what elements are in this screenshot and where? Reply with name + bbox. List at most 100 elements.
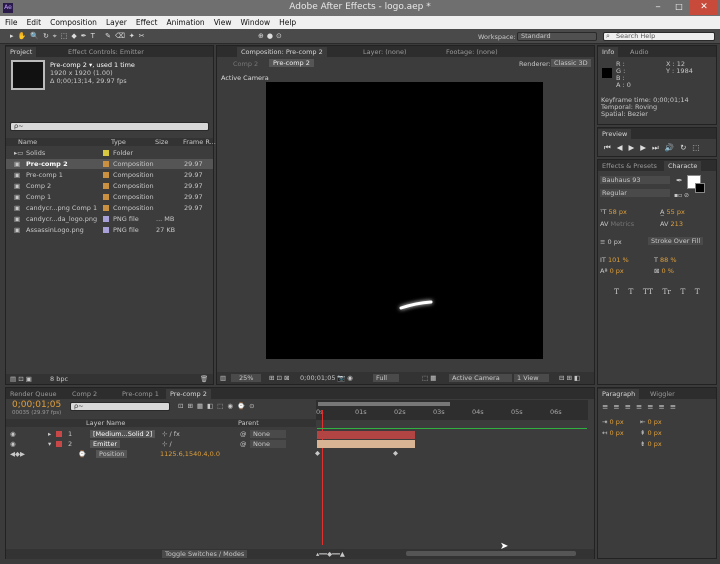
col-size[interactable]: Size bbox=[155, 138, 168, 146]
search-help-input[interactable]: Search Help bbox=[603, 32, 715, 41]
layer-name[interactable]: [Medium...Solid 2] bbox=[90, 430, 156, 438]
label-color[interactable] bbox=[103, 161, 109, 167]
current-time-display[interactable]: 0;00;01;05 bbox=[300, 374, 336, 382]
menu-animation[interactable]: Animation bbox=[161, 16, 208, 27]
layer-label-color[interactable] bbox=[56, 441, 62, 447]
tab-project[interactable]: Project bbox=[6, 47, 37, 57]
label-color[interactable] bbox=[103, 150, 109, 156]
project-item-row[interactable]: ▸▭ Solids Folder bbox=[6, 148, 213, 158]
project-item-row[interactable]: ▣ Comp 1 Composition 29.97 bbox=[6, 192, 213, 202]
close-button[interactable]: ✕ bbox=[690, 0, 718, 15]
layer-switches[interactable]: ⊹ / bbox=[162, 440, 172, 448]
tool-icons[interactable]: ▸✋🔍↻⌖⬚◆✒T ✎⌫✦✂ bbox=[10, 32, 235, 41]
parent-pickwhip-icon[interactable]: @ bbox=[240, 430, 247, 438]
expand-arrow-icon[interactable]: ▾ bbox=[48, 440, 51, 448]
timeline-timecode[interactable]: 0;00;01;05 bbox=[12, 400, 61, 410]
breadcrumb-comp-2[interactable]: Comp 2 bbox=[233, 60, 258, 68]
tab-info[interactable]: Info bbox=[598, 47, 619, 57]
keyframe-end[interactable]: ◆ bbox=[393, 449, 398, 457]
kerning-field[interactable]: AV Metrics bbox=[600, 220, 634, 228]
stopwatch-icon[interactable]: ⌚ bbox=[78, 450, 86, 458]
swap-color-icons[interactable]: ▪▫ ⊘ bbox=[674, 192, 689, 199]
renderer-button[interactable]: Classic 3D bbox=[551, 59, 591, 67]
keyframe-nav-icon[interactable]: ◀◆▶ bbox=[10, 450, 25, 458]
zoom-select[interactable]: 25% bbox=[231, 374, 262, 382]
label-color[interactable] bbox=[103, 172, 109, 178]
label-color[interactable] bbox=[103, 205, 109, 211]
timeline-tab[interactable]: Comp 2 bbox=[68, 389, 101, 399]
label-color[interactable] bbox=[103, 194, 109, 200]
resolution-select[interactable]: Full bbox=[373, 374, 400, 382]
maximize-button[interactable]: □ bbox=[669, 2, 689, 13]
tracking-field[interactable]: AV 213 bbox=[660, 220, 683, 228]
font-family-select[interactable]: Bauhaus 93 bbox=[600, 176, 670, 184]
tab-preview[interactable]: Preview bbox=[598, 129, 632, 139]
menu-view[interactable]: View bbox=[209, 16, 236, 27]
horizontal-scale-field[interactable]: T 88 % bbox=[654, 256, 677, 264]
timeline-search-input[interactable]: ρ~ bbox=[70, 402, 170, 411]
timeline-scrollbar[interactable] bbox=[406, 551, 576, 556]
property-value[interactable]: 1125.6,1540.4,0.0 bbox=[160, 450, 220, 458]
space-after[interactable]: ⇟ 0 px bbox=[640, 440, 662, 448]
region-icons[interactable]: ⬚ ▦ bbox=[422, 374, 436, 382]
label-color[interactable] bbox=[103, 183, 109, 189]
composition-viewer[interactable] bbox=[266, 82, 543, 359]
stroke-color-swatch[interactable] bbox=[695, 183, 705, 193]
tab-wiggler[interactable]: Wiggler bbox=[646, 389, 679, 399]
preview-controls[interactable]: ⏮◀▶▶⏭🔊↻⬚ bbox=[604, 143, 706, 153]
view-layout-select[interactable]: 1 View bbox=[514, 374, 549, 382]
work-area-bar[interactable] bbox=[318, 402, 450, 406]
viewer-option-icons[interactable]: ⊟ ⊞ ◧ bbox=[559, 374, 580, 382]
baseline-shift-field[interactable]: Aª 0 px bbox=[600, 267, 624, 275]
layer-label-color[interactable] bbox=[56, 431, 62, 437]
grid-icons[interactable]: ⊞ ⊡ ⊠ bbox=[269, 374, 289, 382]
camera-view-select[interactable]: Active Camera bbox=[449, 374, 512, 382]
menu-window[interactable]: Window bbox=[236, 16, 275, 27]
tab-composition[interactable]: Composition: Pre-comp 2 bbox=[237, 47, 327, 57]
parent-select[interactable]: None bbox=[250, 430, 286, 438]
project-item-row[interactable]: ▣ AssassinLogo.png PNG file 27 KB bbox=[6, 225, 213, 235]
layer-row[interactable]: ◉ ▾ 2 Emitter ⊹ / @ None bbox=[6, 440, 316, 449]
label-color[interactable] bbox=[103, 227, 109, 233]
menu-help[interactable]: Help bbox=[274, 16, 300, 27]
keyframe-start[interactable]: ◆ bbox=[315, 449, 320, 457]
always-preview-icon[interactable]: ▥ bbox=[220, 374, 226, 382]
time-ruler[interactable]: 0s 01s 02s 03s 04s 05s 06s bbox=[316, 400, 588, 420]
vertical-scale-field[interactable]: IT 101 % bbox=[600, 256, 629, 264]
col-frame-rate[interactable]: Frame R... bbox=[183, 138, 216, 146]
interpret-footage-icon[interactable]: ▤ ⊡ ▣ bbox=[10, 375, 32, 383]
project-item-row[interactable]: ▣ candycr...da_logo.png PNG file ... MB bbox=[6, 214, 213, 224]
tab-footage[interactable]: Footage: (none) bbox=[442, 47, 502, 57]
layer-name[interactable]: Emitter bbox=[90, 440, 121, 448]
col-name[interactable]: Name bbox=[18, 138, 37, 146]
indent-left[interactable]: ⇥ 0 px bbox=[602, 418, 624, 426]
layer-bar-2[interactable] bbox=[317, 440, 415, 448]
snapshot-icon[interactable]: 📷 ◉ bbox=[337, 374, 353, 382]
project-item-row[interactable]: ▣ Comp 2 Composition 29.97 bbox=[6, 181, 213, 191]
breadcrumb-pre-comp-2[interactable]: Pre-comp 2 bbox=[269, 59, 314, 67]
indent-right[interactable]: ↤ 0 px bbox=[602, 429, 624, 437]
project-item-row[interactable]: ▣ candycr...png Comp 1 Composition 29.97 bbox=[6, 203, 213, 213]
tab-effects-presets[interactable]: Effects & Presets bbox=[598, 161, 661, 171]
eyedropper-icon[interactable]: ✒ bbox=[676, 176, 683, 185]
alignment-buttons[interactable]: ≡≡≡≡≡≡≡ bbox=[602, 402, 681, 411]
visibility-eye-icon[interactable]: ◉ bbox=[10, 430, 16, 438]
zoom-slider[interactable]: ▴━━◆━━▲ bbox=[316, 550, 345, 558]
layer-switches[interactable]: ⊹ / fx bbox=[162, 430, 180, 438]
bpc-label[interactable]: 8 bpc bbox=[50, 375, 68, 383]
expand-arrow-icon[interactable]: ▸ bbox=[48, 430, 51, 438]
menu-edit[interactable]: Edit bbox=[22, 16, 46, 27]
timeline-switch-icons[interactable]: ⊡⊞▦◧⬚◉⌚⊙ bbox=[178, 402, 259, 410]
layer-bar-1[interactable] bbox=[317, 431, 415, 439]
axis-mode-icons[interactable]: ⊕●⊙ bbox=[258, 32, 308, 41]
visibility-eye-icon[interactable]: ◉ bbox=[10, 440, 16, 448]
workspace-select[interactable]: Standard bbox=[517, 32, 597, 41]
timeline-tab[interactable]: Pre-comp 1 bbox=[118, 389, 163, 399]
font-size-field[interactable]: ᵀT 58 px bbox=[600, 208, 627, 216]
minimize-button[interactable]: ‒ bbox=[648, 2, 668, 13]
menu-layer[interactable]: Layer bbox=[101, 16, 131, 27]
col-type[interactable]: Type bbox=[111, 138, 126, 146]
layer-row[interactable]: ◉ ▸ 1 [Medium...Solid 2] ⊹ / fx @ None bbox=[6, 430, 316, 439]
tab-audio[interactable]: Audio bbox=[626, 47, 652, 57]
tab-paragraph[interactable]: Paragraph bbox=[598, 389, 640, 399]
